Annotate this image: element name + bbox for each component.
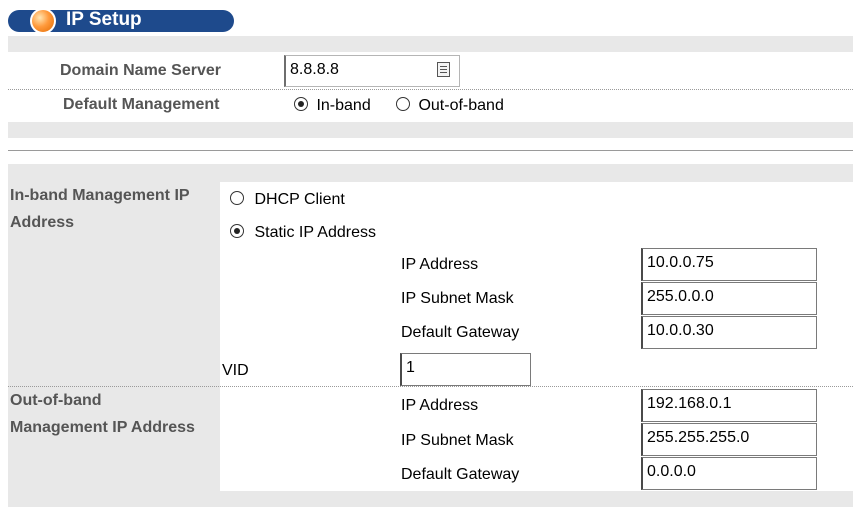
inband-ip-input[interactable]: 10.0.0.75: [641, 248, 817, 281]
dns-label: Domain Name Server: [60, 62, 221, 79]
radio-outofband-dot[interactable]: [396, 97, 410, 111]
vid-input[interactable]: 1: [400, 353, 531, 386]
outband-label-line2: Management IP Address: [10, 419, 195, 436]
outband-mask-value: 255.255.255.0: [647, 429, 750, 446]
section-separator: [8, 150, 853, 151]
outband-mask-input[interactable]: 255.255.255.0: [641, 423, 817, 456]
inband-mask-value: 255.0.0.0: [647, 288, 714, 305]
outband-ip-label: IP Address: [401, 397, 479, 414]
dns-input[interactable]: 8.8.8.8: [284, 55, 460, 87]
radio-dhcp[interactable]: DHCP Client: [230, 190, 345, 210]
radio-inband-label: In-band: [316, 97, 371, 114]
inband-ip-label: IP Address: [401, 256, 479, 273]
radio-outofband-label: Out-of-band: [418, 97, 504, 114]
radio-static-label: Static IP Address: [254, 224, 376, 241]
inband-mask-label: IP Subnet Mask: [401, 290, 514, 307]
default-management-label: Default Management: [63, 96, 220, 113]
outband-ip-value: 192.168.0.1: [647, 395, 732, 412]
radio-outofband[interactable]: Out-of-band: [396, 96, 504, 116]
vid-label: VID: [222, 362, 249, 379]
inband-gw-label: Default Gateway: [401, 324, 520, 341]
page-title: IP Setup: [66, 9, 142, 30]
outband-gw-label: Default Gateway: [401, 466, 520, 483]
divider: [8, 386, 853, 387]
radio-static-dot[interactable]: [230, 224, 244, 238]
radio-inband-dot[interactable]: [294, 97, 308, 111]
outband-ip-input[interactable]: 192.168.0.1: [641, 389, 817, 422]
inband-mask-input[interactable]: 255.0.0.0: [641, 282, 817, 315]
title-orb-icon: [30, 8, 56, 34]
inband-gw-input[interactable]: 10.0.0.30: [641, 316, 817, 349]
inband-label-line2: Address: [10, 214, 75, 231]
list-picker-icon[interactable]: [437, 62, 450, 77]
radio-dhcp-label: DHCP Client: [254, 191, 345, 208]
outband-gw-value: 0.0.0.0: [647, 463, 696, 480]
inband-label-line1: In-band Management IP: [10, 187, 190, 204]
radio-static[interactable]: Static IP Address: [230, 223, 376, 243]
outband-gw-input[interactable]: 0.0.0.0: [641, 457, 817, 490]
inband-gw-value: 10.0.0.30: [647, 322, 714, 339]
radio-dhcp-dot[interactable]: [230, 191, 244, 205]
inband-ip-value: 10.0.0.75: [647, 254, 714, 271]
outband-mask-label: IP Subnet Mask: [401, 432, 514, 449]
outband-label-line1: Out-of-band: [10, 392, 102, 409]
divider: [8, 89, 853, 90]
dns-value: 8.8.8.8: [290, 61, 339, 78]
radio-inband[interactable]: In-band: [294, 96, 371, 116]
vid-value: 1: [406, 359, 415, 376]
